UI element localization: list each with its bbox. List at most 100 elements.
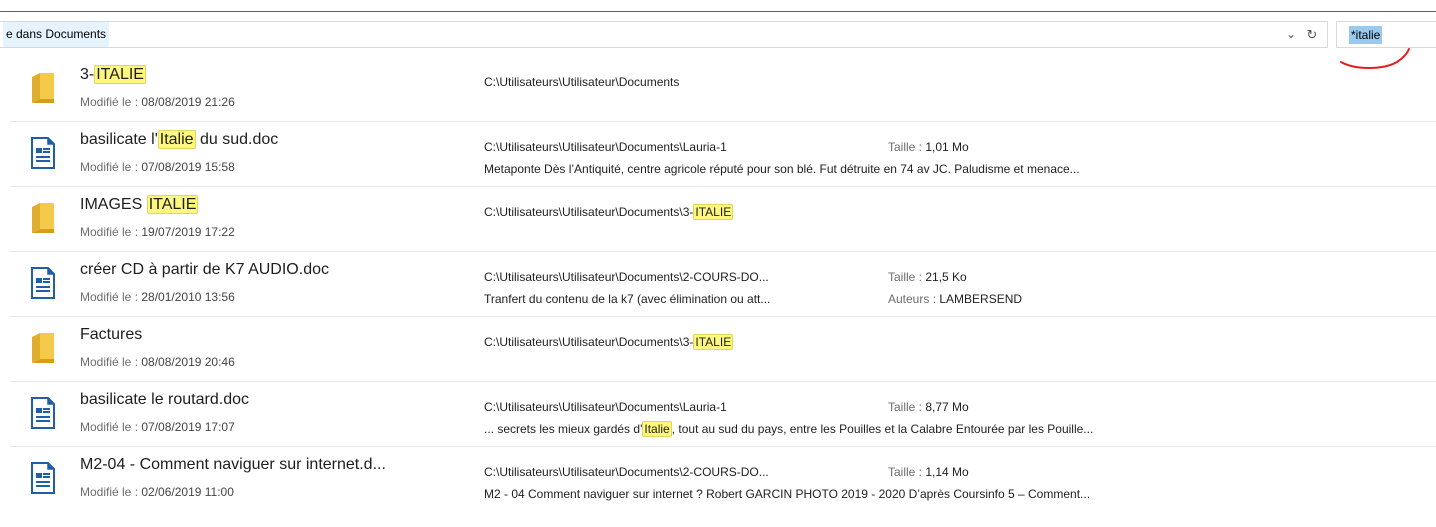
file-authors-label: Auteurs : bbox=[888, 292, 940, 306]
search-query: *italie bbox=[1349, 26, 1383, 44]
item-name-text: IMAGES bbox=[80, 196, 147, 213]
file-size: Taille : 1,01 Mo bbox=[888, 140, 969, 154]
modified-date-label: Modifié le : bbox=[80, 485, 142, 499]
folder-icon bbox=[30, 201, 56, 235]
item-name: créer CD à partir de K7 AUDIO.doc bbox=[80, 261, 329, 279]
item-path-text: C:\Utilisateurs\Utilisateur\Documents bbox=[484, 75, 680, 89]
result-row[interactable]: 3- ITALIE Modifié le : 08/08/2019 21:26 C:\… bbox=[10, 57, 1436, 122]
content-snippet: ... secrets les mieux gardés d' Italie, t… bbox=[484, 421, 1094, 437]
modified-date: Modifié le : 08/08/2019 21:26 bbox=[80, 95, 235, 109]
item-name: Factures bbox=[80, 326, 142, 344]
refresh-icon[interactable]: ↻ bbox=[1302, 23, 1322, 46]
item-name-highlight: Italie bbox=[157, 130, 196, 149]
content-snippet-text: ... secrets les mieux gardés d' bbox=[484, 422, 643, 436]
item-path-text: C:\Utilisateurs\Utilisateur\Documents\2-… bbox=[484, 465, 769, 479]
modified-date: Modifié le : 19/07/2019 17:22 bbox=[80, 225, 235, 239]
folder-icon bbox=[30, 71, 56, 105]
modified-date-value: 02/06/2019 11:00 bbox=[141, 485, 234, 499]
modified-date-value: 28/01/2010 13:56 bbox=[141, 290, 235, 304]
item-path-text: C:\Utilisateurs\Utilisateur\Documents\3- bbox=[484, 335, 694, 349]
file-size: Taille : 1,14 Mo bbox=[888, 465, 969, 479]
chevron-down-icon[interactable]: ⌄ bbox=[1282, 23, 1300, 46]
item-name: IMAGES ITALIE bbox=[80, 195, 199, 214]
modified-date-label: Modifié le : bbox=[80, 420, 142, 434]
search-input[interactable]: *italie bbox=[1336, 21, 1436, 48]
content-snippet-text: Tranfert du contenu de la k7 (avec élimi… bbox=[484, 292, 771, 306]
item-name: 3- ITALIE bbox=[80, 65, 146, 84]
result-row[interactable]: Factures Modifié le : 08/08/2019 20:46 C:\… bbox=[10, 317, 1436, 382]
item-path: C:\Utilisateurs\Utilisateur\Documents\2-… bbox=[484, 465, 769, 479]
content-snippet-text: , tout au sud du pays, entre les Pouille… bbox=[671, 422, 1094, 436]
item-path-text: C:\Utilisateurs\Utilisateur\Documents\3- bbox=[484, 205, 694, 219]
address-field[interactable]: e dans Documents ⌄ ↻ bbox=[0, 21, 1328, 48]
word-document-icon bbox=[30, 396, 56, 430]
item-name-text: 3- bbox=[80, 66, 95, 83]
modified-date-label: Modifié le : bbox=[80, 290, 142, 304]
modified-date-value: 19/07/2019 17:22 bbox=[141, 225, 235, 239]
result-row[interactable]: M2-04 - Comment naviguer sur internet.d.… bbox=[10, 447, 1436, 512]
item-name: basilicate le routard.doc bbox=[80, 391, 249, 409]
item-path: C:\Utilisateurs\Utilisateur\Documents\La… bbox=[484, 400, 727, 414]
word-document-icon bbox=[30, 136, 56, 170]
item-path-highlight: ITALIE bbox=[693, 204, 734, 220]
result-row[interactable]: basilicate le routard.doc Modifié le : 07… bbox=[10, 382, 1436, 447]
item-name-text: créer CD à partir de K7 AUDIO.doc bbox=[80, 261, 329, 278]
modified-date: Modifié le : 08/08/2019 20:46 bbox=[80, 355, 235, 369]
content-snippet-highlight: Italie bbox=[642, 421, 672, 437]
result-row[interactable]: basilicate l' Italie du sud.doc Modifié le… bbox=[10, 122, 1436, 187]
result-row[interactable]: créer CD à partir de K7 AUDIO.doc Modifié… bbox=[10, 252, 1436, 317]
item-path: C:\Utilisateurs\Utilisateur\Documents\3-… bbox=[484, 204, 734, 220]
item-name-highlight: ITALIE bbox=[146, 195, 199, 214]
file-size-value: 1,01 Mo bbox=[925, 140, 969, 154]
file-size-label: Taille : bbox=[888, 140, 926, 154]
item-name-text: M2-04 - Comment naviguer sur internet.d.… bbox=[80, 456, 386, 473]
item-path-text: C:\Utilisateurs\Utilisateur\Documents\La… bbox=[484, 400, 727, 414]
modified-date: Modifié le : 28/01/2010 13:56 bbox=[80, 290, 235, 304]
content-snippet: M2 - 04 Comment naviguer sur internet ? … bbox=[484, 487, 1090, 501]
item-path-text: C:\Utilisateurs\Utilisateur\Documents\2-… bbox=[484, 270, 769, 284]
modified-date-value: 07/08/2019 15:58 bbox=[141, 160, 235, 174]
file-size-label: Taille : bbox=[888, 400, 926, 414]
window-top-edge bbox=[0, 0, 1436, 12]
content-snippet-text: Metaponte Dès l’Antiquité, centre agrico… bbox=[484, 162, 1080, 176]
modified-date-label: Modifié le : bbox=[80, 95, 142, 109]
content-snippet: Tranfert du contenu de la k7 (avec élimi… bbox=[484, 292, 770, 306]
item-name-text: Factures bbox=[80, 326, 143, 343]
file-size-value: 8,77 Mo bbox=[925, 400, 969, 414]
item-path: C:\Utilisateurs\Utilisateur\Documents\La… bbox=[484, 140, 727, 154]
file-size-value: 21,5 Ko bbox=[925, 270, 967, 284]
item-name-text: basilicate l' bbox=[80, 131, 158, 148]
modified-date-value: 08/08/2019 21:26 bbox=[141, 95, 235, 109]
file-size: Taille : 21,5 Ko bbox=[888, 270, 967, 284]
item-path: C:\Utilisateurs\Utilisateur\Documents bbox=[484, 75, 679, 89]
file-size: Taille : 8,77 Mo bbox=[888, 400, 969, 414]
modified-date-value: 07/08/2019 17:07 bbox=[141, 420, 235, 434]
item-path-highlight: ITALIE bbox=[693, 334, 734, 350]
file-size-label: Taille : bbox=[888, 270, 926, 284]
modified-date-value: 08/08/2019 20:46 bbox=[141, 355, 235, 369]
file-authors: Auteurs : LAMBERSEND bbox=[888, 292, 1022, 306]
word-document-icon bbox=[30, 266, 56, 300]
modified-date-label: Modifié le : bbox=[80, 160, 142, 174]
result-row[interactable]: IMAGES ITALIE Modifié le : 19/07/2019 17:… bbox=[10, 187, 1436, 252]
item-path: C:\Utilisateurs\Utilisateur\Documents\3-… bbox=[484, 334, 734, 350]
modified-date-label: Modifié le : bbox=[80, 355, 142, 369]
item-name-text: du sud.doc bbox=[195, 131, 279, 148]
modified-date: Modifié le : 07/08/2019 15:58 bbox=[80, 160, 235, 174]
item-name: M2-04 - Comment naviguer sur internet.d.… bbox=[80, 456, 386, 474]
item-path-text: C:\Utilisateurs\Utilisateur\Documents\La… bbox=[484, 140, 727, 154]
word-document-icon bbox=[30, 461, 56, 495]
content-snippet-text: M2 - 04 Comment naviguer sur internet ? … bbox=[484, 487, 1091, 501]
search-results-list: 3- ITALIE Modifié le : 08/08/2019 21:26 C:\… bbox=[10, 57, 1436, 512]
item-name-text: basilicate le routard.doc bbox=[80, 391, 249, 408]
file-size-value: 1,14 Mo bbox=[925, 465, 969, 479]
folder-icon bbox=[30, 331, 56, 365]
modified-date: Modifié le : 07/08/2019 17:07 bbox=[80, 420, 235, 434]
item-name-highlight: ITALIE bbox=[94, 65, 146, 84]
modified-date-label: Modifié le : bbox=[80, 225, 142, 239]
file-authors-value: LAMBERSEND bbox=[939, 292, 1023, 306]
item-path: C:\Utilisateurs\Utilisateur\Documents\2-… bbox=[484, 270, 769, 284]
file-size-label: Taille : bbox=[888, 465, 926, 479]
modified-date: Modifié le : 02/06/2019 11:00 bbox=[80, 485, 234, 499]
content-snippet: Metaponte Dès l’Antiquité, centre agrico… bbox=[484, 162, 1080, 176]
